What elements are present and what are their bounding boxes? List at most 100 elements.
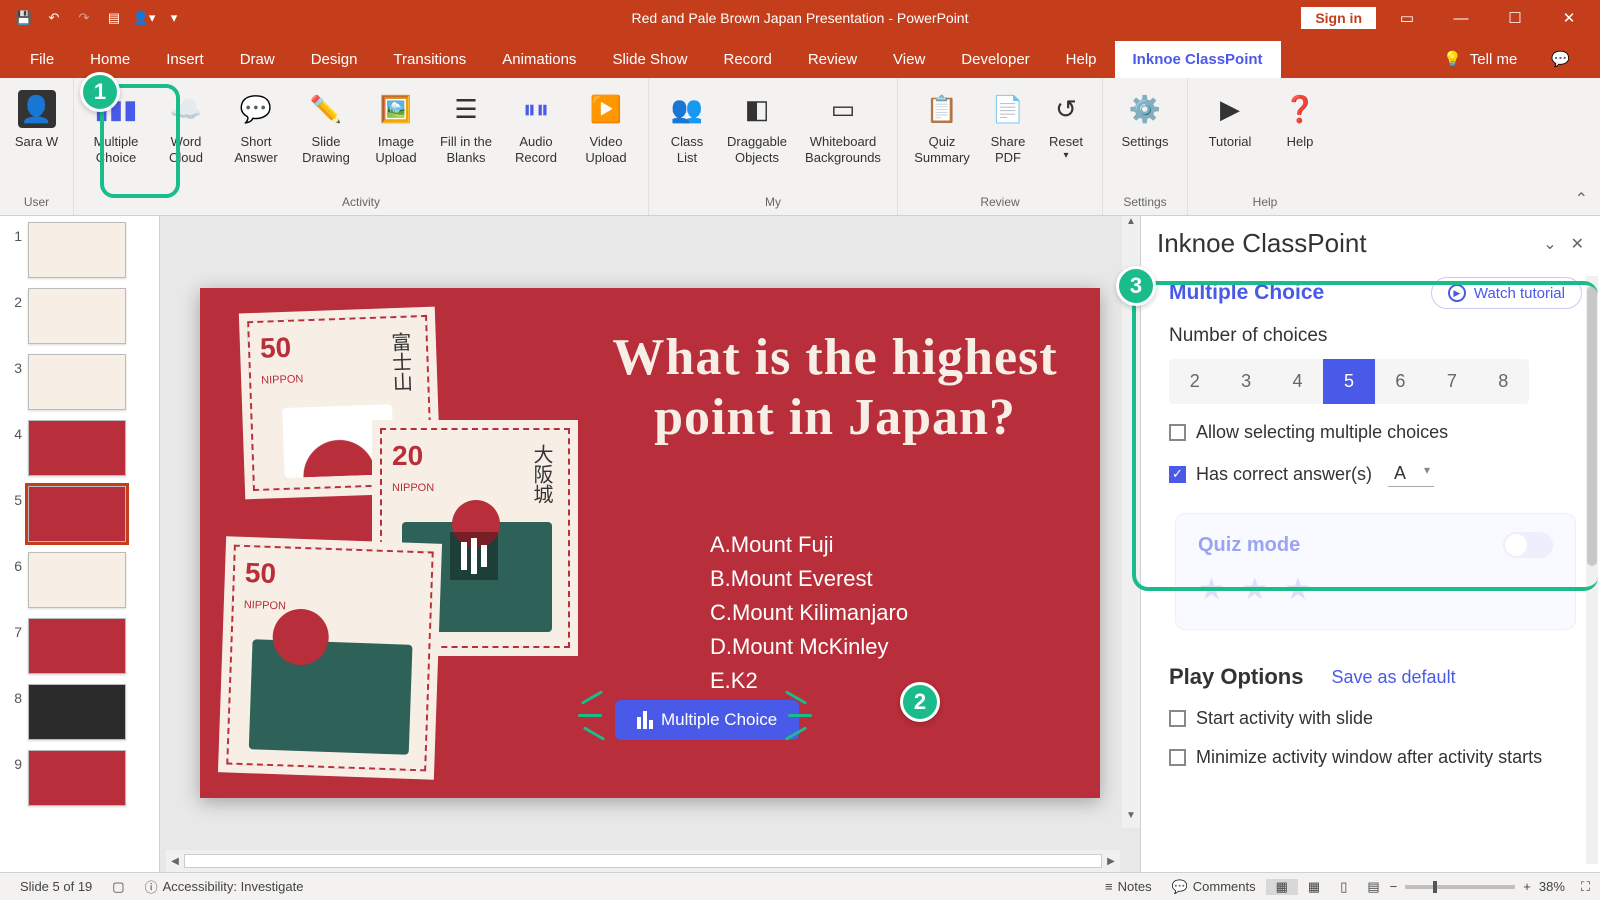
- fill-blanks-button[interactable]: ☰Fill in the Blanks: [432, 84, 500, 171]
- editor-vscroll[interactable]: ▲▼: [1122, 216, 1140, 828]
- word-cloud-button[interactable]: ☁️Word Cloud: [152, 84, 220, 171]
- slide-thumbnails[interactable]: 1 2 3 4 5 6 7 8 9: [0, 216, 160, 872]
- thumb-4[interactable]: [28, 420, 126, 476]
- choice-5[interactable]: 5: [1323, 359, 1374, 404]
- tab-slideshow[interactable]: Slide Show: [594, 41, 705, 78]
- maximize-icon[interactable]: ☐: [1492, 0, 1538, 36]
- correct-answer-select[interactable]: A: [1388, 461, 1434, 487]
- touch-mode-icon[interactable]: 👤▾: [132, 6, 156, 30]
- tab-file[interactable]: File: [12, 41, 72, 78]
- slide-canvas[interactable]: 50 NIPPON 富士山 20 NIPPON 大阪城 50 NIPPON: [200, 288, 1100, 798]
- share-pdf-button[interactable]: 📄Share PDF: [980, 84, 1036, 171]
- thumb-7[interactable]: [28, 618, 126, 674]
- notes-button[interactable]: ≡Notes: [1095, 879, 1162, 894]
- thumb-2[interactable]: [28, 288, 126, 344]
- quiz-mode-toggle[interactable]: [1503, 532, 1553, 558]
- status-bar: Slide 5 of 19 ▢ ⓘAccessibility: Investig…: [0, 872, 1600, 900]
- short-answer-button[interactable]: 💬Short Answer: [222, 84, 290, 171]
- view-sorter-icon[interactable]: ▦: [1298, 879, 1330, 895]
- sign-in-button[interactable]: Sign in: [1301, 7, 1376, 29]
- checkbox-icon: [1169, 710, 1186, 727]
- whiteboard-bg-button[interactable]: ▭Whiteboard Backgrounds: [797, 84, 889, 171]
- help-button[interactable]: ❓Help: [1266, 84, 1334, 154]
- tab-developer[interactable]: Developer: [943, 41, 1047, 78]
- checkbox-icon: [1169, 749, 1186, 766]
- slide-options: A.Mount Fuji B.Mount Everest C.Mount Kil…: [710, 528, 908, 698]
- slide-drawing-button[interactable]: ✏️Slide Drawing: [292, 84, 360, 171]
- comments-tab-icon[interactable]: 💬: [1533, 40, 1588, 78]
- tab-transitions[interactable]: Transitions: [375, 41, 484, 78]
- comments-icon: 💬: [1172, 879, 1188, 895]
- view-normal-icon[interactable]: ▦: [1266, 879, 1298, 895]
- class-list-button[interactable]: 👥Class List: [657, 84, 717, 171]
- choice-2[interactable]: 2: [1169, 359, 1220, 404]
- fit-to-window-icon[interactable]: ⛶: [1581, 879, 1590, 895]
- present-icon[interactable]: ▤: [102, 6, 126, 30]
- slide-multiple-choice-button[interactable]: Multiple Choice: [615, 700, 799, 740]
- has-correct-checkbox[interactable]: Has correct answer(s) A: [1169, 461, 1582, 487]
- start-with-slide-checkbox[interactable]: Start activity with slide: [1169, 708, 1582, 729]
- tab-help[interactable]: Help: [1048, 41, 1115, 78]
- tutorial-button[interactable]: ▶Tutorial: [1196, 84, 1264, 154]
- collapse-ribbon-icon[interactable]: ⌃: [1575, 189, 1588, 209]
- minimize-icon[interactable]: —: [1438, 0, 1484, 36]
- view-slideshow-icon[interactable]: ▤: [1357, 879, 1389, 895]
- editor-hscroll[interactable]: ◀▶: [166, 850, 1120, 872]
- tell-me-search[interactable]: 💡 Tell me: [1427, 40, 1533, 78]
- tab-review[interactable]: Review: [790, 41, 875, 78]
- tab-insert[interactable]: Insert: [148, 41, 222, 78]
- video-upload-button[interactable]: ▶️Video Upload: [572, 84, 640, 171]
- draggable-objects-button[interactable]: ◧Draggable Objects: [719, 84, 795, 171]
- thumb-8[interactable]: [28, 684, 126, 740]
- choice-6[interactable]: 6: [1375, 359, 1426, 404]
- user-avatar-button[interactable]: 👤 Sara W: [3, 84, 71, 154]
- allow-multiple-checkbox[interactable]: Allow selecting multiple choices: [1169, 422, 1582, 443]
- reset-button[interactable]: ↺Reset▾: [1038, 84, 1094, 167]
- minimize-window-checkbox[interactable]: Minimize activity window after activity …: [1169, 747, 1582, 768]
- redo-icon[interactable]: ↷: [72, 6, 96, 30]
- zoom-slider[interactable]: [1405, 885, 1515, 889]
- tab-view[interactable]: View: [875, 41, 943, 78]
- status-slide-number[interactable]: Slide 5 of 19: [10, 879, 102, 894]
- tab-classpoint[interactable]: Inknoe ClassPoint: [1115, 41, 1281, 78]
- watch-tutorial-button[interactable]: ▶ Watch tutorial: [1431, 277, 1582, 309]
- avatar-icon: 👤: [18, 90, 56, 128]
- pane-scrollbar[interactable]: [1586, 276, 1598, 864]
- choice-7[interactable]: 7: [1426, 359, 1477, 404]
- settings-button[interactable]: ⚙️Settings: [1111, 84, 1179, 154]
- status-notes-icon[interactable]: ▢: [102, 879, 134, 895]
- zoom-out-icon[interactable]: −: [1390, 879, 1398, 894]
- whiteboard-icon: ▭: [824, 90, 862, 128]
- undo-icon[interactable]: ↶: [42, 6, 66, 30]
- choice-3[interactable]: 3: [1220, 359, 1271, 404]
- image-upload-button[interactable]: 🖼️Image Upload: [362, 84, 430, 171]
- thumb-5[interactable]: [28, 486, 126, 542]
- save-as-default-link[interactable]: Save as default: [1331, 667, 1455, 688]
- ribbon-display-icon[interactable]: ▭: [1384, 0, 1430, 36]
- view-reading-icon[interactable]: ▯: [1330, 879, 1357, 895]
- pane-close-icon[interactable]: ✕: [1571, 234, 1584, 254]
- tab-record[interactable]: Record: [705, 41, 789, 78]
- pane-dropdown-icon[interactable]: ⌄: [1543, 234, 1556, 254]
- close-icon[interactable]: ✕: [1546, 0, 1592, 36]
- audio-record-button[interactable]: ⏸⏸Audio Record: [502, 84, 570, 171]
- zoom-in-icon[interactable]: +: [1523, 879, 1531, 894]
- tab-home[interactable]: Home: [72, 41, 148, 78]
- drawing-icon: ✏️: [307, 90, 345, 128]
- qat-more-icon[interactable]: ▾: [162, 6, 186, 30]
- choice-4[interactable]: 4: [1272, 359, 1323, 404]
- quiz-mode-label: Quiz mode: [1198, 534, 1300, 557]
- tab-animations[interactable]: Animations: [484, 41, 594, 78]
- tab-draw[interactable]: Draw: [222, 41, 293, 78]
- thumb-9[interactable]: [28, 750, 126, 806]
- tab-design[interactable]: Design: [293, 41, 376, 78]
- thumb-3[interactable]: [28, 354, 126, 410]
- choice-8[interactable]: 8: [1478, 359, 1529, 404]
- comments-button[interactable]: 💬Comments: [1162, 879, 1266, 895]
- status-accessibility[interactable]: ⓘAccessibility: Investigate: [135, 877, 314, 896]
- quiz-summary-button[interactable]: 📋Quiz Summary: [906, 84, 978, 171]
- thumb-6[interactable]: [28, 552, 126, 608]
- thumb-1[interactable]: [28, 222, 126, 278]
- save-icon[interactable]: 💾: [12, 6, 36, 30]
- zoom-control[interactable]: − + 38% ⛶: [1390, 879, 1590, 895]
